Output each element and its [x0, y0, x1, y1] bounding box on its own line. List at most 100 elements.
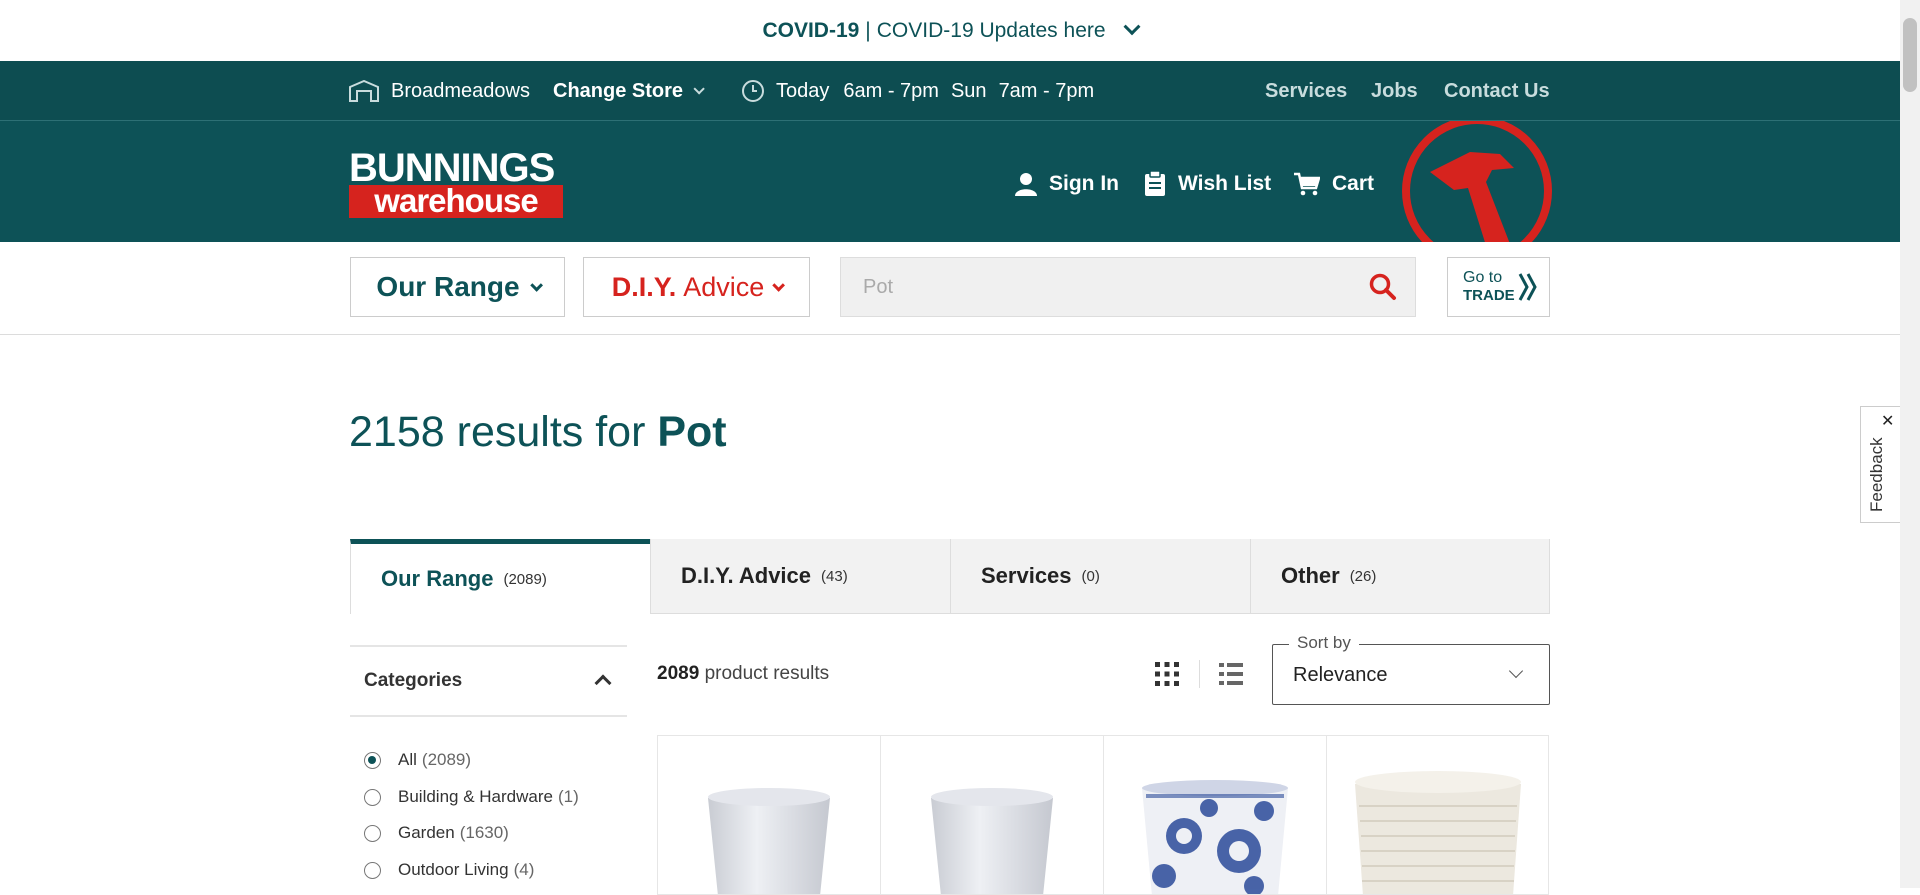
wishlist-icon: [1145, 171, 1165, 196]
jobs-link[interactable]: Jobs: [1371, 61, 1418, 121]
nav-row: Our Range D.I.Y. Advice Go to TRADE: [0, 242, 1900, 335]
filter-count: (1630): [459, 823, 509, 842]
list-view-icon[interactable]: [1219, 662, 1243, 686]
hours-sun-label: Sun: [950, 79, 987, 102]
store-icon: [349, 80, 379, 102]
diy-bold-label: D.I.Y.: [611, 271, 677, 302]
filter-label: Garden: [398, 823, 455, 842]
results-mid: results for: [456, 408, 646, 456]
hours-sun: 7am - 7pm: [998, 79, 1095, 102]
product-card[interactable]: [1103, 735, 1326, 895]
product-count: 2089: [657, 663, 700, 684]
sign-in-link[interactable]: Sign In: [1015, 169, 1119, 199]
logo-bottom: warehouse: [349, 184, 563, 218]
user-icon: [1015, 173, 1037, 196]
wish-list-link[interactable]: Wish List: [1144, 169, 1271, 199]
radio-button[interactable]: [364, 824, 381, 842]
contact-us-link[interactable]: Contact Us: [1444, 61, 1550, 121]
filter-label: Outdoor Living: [398, 860, 509, 879]
covid-updates-link[interactable]: COVID-19 Updates here: [877, 19, 1106, 43]
filter-count: (4): [513, 860, 535, 879]
tab-count: (43): [821, 567, 848, 585]
page-scrollbar[interactable]: [1900, 0, 1920, 888]
hours-today: 6am - 7pm: [843, 79, 939, 102]
store-name: Broadmeadows: [391, 79, 530, 102]
sort-label: Sort by: [1289, 633, 1359, 653]
trade-top-label: Go to: [1463, 269, 1503, 286]
tab-count: (0): [1081, 567, 1100, 585]
results-heading: 2158 results for Pot: [349, 408, 727, 457]
go-to-trade-button[interactable]: Go to TRADE: [1447, 257, 1550, 317]
categories-toggle[interactable]: Categories: [350, 645, 627, 717]
tab-label: Our Range: [381, 566, 494, 591]
tab-count: (26): [1349, 567, 1377, 585]
product-image: [708, 788, 830, 894]
results-tabs: Our Range (2089) D.I.Y. Advice (43) Serv…: [350, 539, 1550, 614]
tab-diy-advice[interactable]: D.I.Y. Advice (43): [650, 539, 950, 614]
jobs-link-label: Jobs: [1371, 79, 1418, 102]
product-image: [931, 788, 1053, 894]
our-range-label: Our Range: [376, 271, 520, 302]
tab-label: Other: [1281, 563, 1340, 588]
hours-today-label: Today: [776, 79, 830, 102]
store-selector[interactable]: Broadmeadows: [349, 61, 530, 121]
grid-view-icon[interactable]: [1155, 662, 1179, 686]
contact-us-link-label: Contact Us: [1444, 79, 1550, 102]
tab-our-range[interactable]: Our Range (2089): [350, 539, 650, 614]
wish-list-label: Wish List: [1178, 172, 1272, 195]
chevron-up-icon: [594, 674, 612, 692]
diy-advice-menu[interactable]: D.I.Y. Advice: [583, 257, 810, 317]
cart-label: Cart: [1332, 172, 1375, 195]
store-bar: Broadmeadows Change Store Today 6am - 7p…: [0, 61, 1900, 121]
hammer-logo-icon: [1402, 121, 1552, 242]
product-card[interactable]: [657, 735, 880, 895]
filter-count: (2089): [421, 750, 472, 769]
services-link[interactable]: Services: [1265, 61, 1347, 121]
store-hours: Today 6am - 7pm Sun 7am - 7pm: [741, 61, 1094, 121]
services-link-label: Services: [1265, 79, 1348, 102]
cart-link[interactable]: Cart: [1294, 169, 1374, 199]
covid-banner[interactable]: COVID-19 | COVID-19 Updates here: [0, 0, 1900, 61]
filter-label: Building & Hardware: [398, 787, 553, 806]
tab-label: D.I.Y. Advice: [681, 563, 812, 588]
search-input[interactable]: [841, 258, 1361, 316]
tab-services[interactable]: Services (0): [950, 539, 1250, 614]
feedback-tab[interactable]: ✕ Feedback: [1860, 406, 1900, 523]
filter-label: All: [398, 750, 417, 769]
chevron-down-icon: [1508, 663, 1524, 679]
main-header: BUNNINGS warehouse Sign In Wish List Car…: [0, 121, 1900, 242]
our-range-menu[interactable]: Our Range: [350, 257, 565, 317]
product-card[interactable]: [1326, 735, 1549, 895]
double-chevron-right-icon: [1518, 273, 1537, 301]
diy-advice-label: Advice: [683, 271, 765, 302]
change-store-label: Change Store: [553, 79, 684, 102]
close-icon[interactable]: ✕: [1881, 411, 1894, 431]
product-results-label: product results: [704, 663, 830, 684]
radio-button[interactable]: [364, 788, 381, 806]
filter-count: (1): [557, 787, 579, 806]
search-icon[interactable]: [1369, 273, 1397, 301]
category-filter-building-hardware[interactable]: Building & Hardware (1): [364, 782, 579, 812]
radio-button[interactable]: [364, 861, 381, 879]
scrollbar-thumb[interactable]: [1903, 18, 1917, 92]
sort-by-select[interactable]: Sort by Relevance: [1272, 633, 1550, 705]
chevron-down-icon[interactable]: [1123, 17, 1141, 35]
feedback-label: Feedback: [1867, 437, 1886, 512]
product-results-count: 2089 product results: [657, 663, 829, 685]
results-count: 2158: [349, 408, 445, 456]
category-filter-all[interactable]: All (2089): [364, 745, 471, 775]
tab-count: (2089): [503, 570, 547, 588]
trade-bottom-label: TRADE: [1463, 287, 1515, 304]
view-divider: [1199, 660, 1200, 688]
radio-button[interactable]: [364, 751, 381, 769]
category-filter-outdoor-living[interactable]: Outdoor Living (4): [364, 855, 534, 885]
product-image: [1142, 780, 1288, 894]
product-card[interactable]: [880, 735, 1103, 895]
results-query: Pot: [657, 408, 727, 456]
chevron-down-icon: [529, 278, 543, 292]
category-filter-garden[interactable]: Garden (1630): [364, 818, 509, 848]
bunnings-logo[interactable]: BUNNINGS warehouse: [349, 148, 563, 218]
tab-other[interactable]: Other (26): [1250, 539, 1550, 614]
change-store-button[interactable]: Change Store: [553, 61, 705, 121]
covid-label: COVID-19: [762, 18, 860, 42]
